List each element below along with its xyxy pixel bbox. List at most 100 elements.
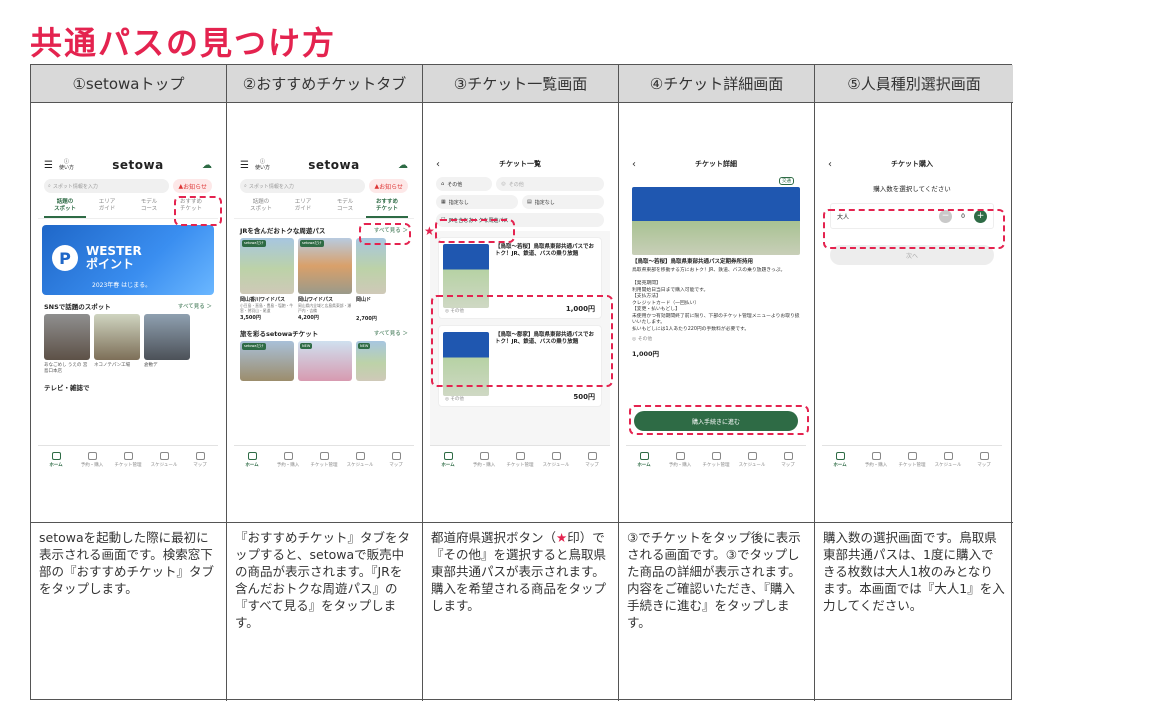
tabbar-reserve[interactable]: 予約・購入 [858, 446, 894, 473]
tab-trending-spots[interactable]: 話題の スポット [44, 199, 86, 218]
ticket-card[interactable]: NEW [356, 341, 386, 381]
tab-model-course[interactable]: モデル コース [128, 199, 170, 218]
setowa-only-tag: setowaだけ [242, 343, 266, 350]
phone-screen-recommended: ☰ ⓘ 使い方 setowa ☁ ⌕ スポット情報を入力 ▲ お知らせ 話題の スポ… [234, 153, 414, 473]
ticket-location: ◎ その他 [632, 337, 653, 342]
back-icon[interactable]: ‹ [828, 159, 842, 170]
howto-icon[interactable]: ⓘ 使い方 [59, 159, 74, 171]
tabbar-map[interactable]: マップ [574, 446, 610, 473]
search-icon: ⌕ [244, 183, 247, 189]
tabbar-home[interactable]: ホーム [626, 446, 662, 473]
spot-photo[interactable] [94, 314, 140, 360]
calendar-icon [355, 451, 365, 460]
tabbar-reserve[interactable]: 予約・購入 [466, 446, 502, 473]
tabbar-map[interactable]: マップ [966, 446, 1002, 473]
section-title: SNSで話題のスポット [44, 303, 111, 311]
tabbar-reserve[interactable]: 予約・購入 [74, 446, 110, 473]
tabbar-map[interactable]: マップ [378, 446, 414, 473]
search-input[interactable]: ⌕ スポット情報を入力 [240, 179, 366, 193]
notice-button[interactable]: ▲ お知らせ [173, 179, 212, 193]
tabbar-map[interactable]: マップ [182, 446, 218, 473]
prefecture-select[interactable]: ⌂ その他 [436, 177, 493, 191]
map-icon [587, 451, 597, 460]
description-1: setowaを起動した際に最初に表示される画面です。検索窓下部の『おすすめチケッ… [31, 523, 227, 701]
bottom-tabbar: ホーム 予約・購入 チケット管理 スケジュール マップ [430, 445, 610, 473]
tabbar-tickets[interactable]: チケット管理 [306, 446, 342, 473]
ticket-card[interactable]: NEW [298, 341, 352, 381]
tabbar-tickets[interactable]: チケット管理 [894, 446, 930, 473]
banner-title: WESTER ポイント [86, 244, 142, 271]
tab-area-guide[interactable]: エリア ガイド [282, 199, 324, 218]
see-all-link-2[interactable]: すべて見る ＞ [374, 329, 408, 337]
cart-icon [871, 451, 881, 460]
tabbar-schedule[interactable]: スケジュール [930, 446, 966, 473]
description-3-star: ★ [556, 530, 568, 545]
ticket-photo: setowaだけ [240, 341, 294, 381]
weather-icon[interactable]: ☁ [202, 160, 212, 171]
area-select[interactable]: ◎ その他 [496, 177, 604, 191]
ticket-desc: 小豆島・直島・豊島・塩飽・牛窓・鷲羽山・尾道 [240, 303, 294, 313]
column-header-1: ①setowaトップ [31, 65, 227, 103]
bottom-tabbar: ホーム 予約・購入 チケット管理 スケジュール マップ [626, 445, 806, 473]
ticket-price: 500円 [573, 393, 595, 401]
wester-point-banner[interactable]: P WESTER ポイント 2023年春 はじまる。 [42, 225, 214, 295]
new-tag: NEW [300, 343, 313, 349]
calendar-icon [551, 451, 561, 460]
tab-trending-spots[interactable]: 話題の スポット [240, 199, 282, 218]
tabbar-home[interactable]: ホーム [430, 446, 466, 473]
search-input[interactable]: ⌕ スポット情報を入力 [44, 179, 170, 193]
ticket-card[interactable]: setowaだけ [240, 341, 294, 381]
tabbar-home[interactable]: ホーム [38, 446, 74, 473]
new-tag: NEW [358, 343, 371, 349]
tabbar-schedule[interactable]: スケジュール [146, 446, 182, 473]
highlight-ticket-item [431, 295, 613, 387]
howto-icon[interactable]: ⓘ 使い方 [255, 159, 270, 171]
section-title: JRを含んだおトクな周遊パス [240, 227, 326, 235]
tabbar-schedule[interactable]: スケジュール [342, 446, 378, 473]
screen-cell-2: ☰ ⓘ 使い方 setowa ☁ ⌕ スポット情報を入力 ▲ お知らせ 話題の スポ… [227, 103, 423, 523]
tabbar-reserve[interactable]: 予約・購入 [662, 446, 698, 473]
notice-button[interactable]: ▲ お知らせ [369, 179, 408, 193]
menu-icon[interactable]: ☰ [240, 160, 249, 171]
back-icon[interactable]: ‹ [436, 159, 450, 170]
tab-model-course[interactable]: モデル コース [324, 199, 366, 218]
tab-area-guide[interactable]: エリア ガイド [86, 199, 128, 218]
spot-photo[interactable] [44, 314, 90, 360]
ticket-price: 2,700円 [356, 316, 377, 322]
tabbar-reserve[interactable]: 予約・購入 [270, 446, 306, 473]
highlight-quantity-row [823, 209, 1005, 249]
column-header-3: ③チケット一覧画面 [423, 65, 619, 103]
grid-icon: ▦ [441, 199, 446, 205]
setowa-logo: setowa [112, 158, 164, 172]
tabbar-schedule[interactable]: スケジュール [538, 446, 574, 473]
category-filter[interactable]: ▦ 指定なし [436, 195, 518, 209]
tab-recommended-tickets[interactable]: おすすめ チケット [366, 199, 408, 218]
weather-icon[interactable]: ☁ [398, 160, 408, 171]
description-2: 『おすすめチケット』タブをタップすると、setowaで販売中の商品が表示されます… [227, 523, 423, 701]
map-icon [979, 451, 989, 460]
back-icon[interactable]: ‹ [632, 159, 646, 170]
ticket-price: 3,500円 [240, 315, 261, 321]
ticket-price: 4,200円 [298, 315, 319, 321]
tabbar-schedule[interactable]: スケジュール [734, 446, 770, 473]
highlight-see-all [359, 223, 411, 245]
ticket-card[interactable]: 岡山ド 2,700円 [356, 238, 386, 322]
see-all-link[interactable]: すべて見る ＞ [178, 302, 212, 310]
date-filter[interactable]: ▤ 指定なし [522, 195, 604, 209]
calendar-icon [159, 451, 169, 460]
home-icon [247, 451, 257, 460]
menu-icon[interactable]: ☰ [44, 160, 53, 171]
ticket-photo: setowaだけ [298, 238, 352, 294]
tabbar-tickets[interactable]: チケット管理 [110, 446, 146, 473]
ticket-icon [907, 451, 917, 460]
tabbar-home[interactable]: ホーム [822, 446, 858, 473]
spot-photo[interactable] [144, 314, 190, 360]
ticket-card[interactable]: setowaだけ 岡山香川ワイドパス 小豆島・直島・豊島・塩飽・牛窓・鷲羽山・尾… [240, 238, 294, 322]
ticket-card[interactable]: setowaだけ 岡山ワイドパス 岡山県内全域と広島県東部・瀬戸内・吉備 4,2… [298, 238, 352, 322]
tabbar-tickets[interactable]: チケット管理 [502, 446, 538, 473]
tabbar-home[interactable]: ホーム [234, 446, 270, 473]
tabbar-tickets[interactable]: チケット管理 [698, 446, 734, 473]
highlight-prefecture-select [435, 219, 515, 243]
banner-subtitle: 2023年春 はじまる。 [92, 282, 152, 289]
tabbar-map[interactable]: マップ [770, 446, 806, 473]
